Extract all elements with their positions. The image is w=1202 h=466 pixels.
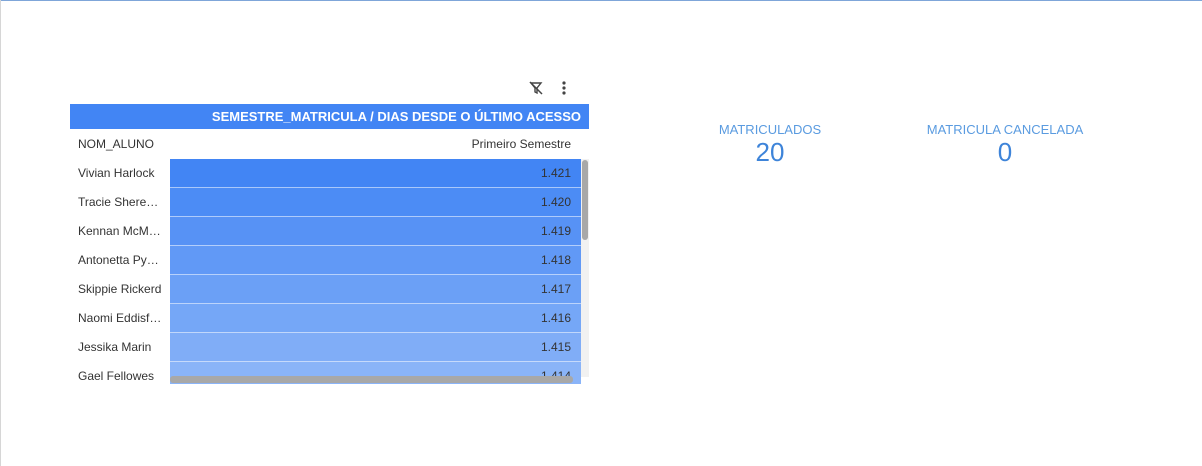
chart-toolbar	[526, 79, 574, 97]
heatmap-cell: 1.421	[170, 159, 581, 188]
heatmap-cell: 1.418	[170, 246, 581, 275]
vertical-scrollbar-thumb[interactable]	[582, 160, 588, 240]
pivot-table-header: SEMESTRE_MATRICULA / DIAS DESDE O ÚLTIMO…	[70, 104, 589, 129]
table-body: Vivian Harlock 1.421 Tracie Shere… 1.420 Ken…	[70, 159, 589, 384]
cell-value: 1.415	[540, 340, 571, 354]
scorecard-matriculados: MATRICULADOS 20	[710, 122, 830, 166]
student-name: Skippie Rickerd	[78, 282, 162, 296]
heatmap-cell: 1.420	[170, 188, 581, 217]
more-vert-icon[interactable]	[554, 79, 574, 97]
cell-value: 1.419	[540, 224, 571, 238]
cell-value: 1.416	[540, 311, 571, 325]
cell-value: 1.421	[540, 166, 571, 180]
heatmap-cell: 1.416	[170, 304, 581, 333]
table-row[interactable]: Antonetta Py… 1.418	[70, 246, 589, 275]
student-name: Naomi Eddisf…	[78, 311, 162, 325]
heatmap-cell: 1.417	[170, 275, 581, 304]
student-name: Jessika Marin	[78, 340, 152, 354]
heatmap-cell: 1.419	[170, 217, 581, 246]
page-top-border	[0, 0, 1202, 1]
cell-value: 1.420	[540, 195, 571, 209]
table-row[interactable]: Skippie Rickerd 1.417	[70, 275, 589, 304]
table-row[interactable]: Tracie Shere… 1.420	[70, 188, 589, 217]
heatmap-cell: 1.415	[170, 333, 581, 362]
table-row[interactable]: Vivian Harlock 1.421	[70, 159, 589, 188]
student-name: Tracie Shere…	[78, 195, 159, 209]
scorecard-value: 0	[997, 137, 1013, 167]
scorecard-label: MATRICULA CANCELADA	[926, 122, 1084, 137]
student-name: Kennan McM…	[78, 224, 161, 238]
filter-off-icon[interactable]	[526, 79, 546, 97]
cell-value: 1.418	[540, 253, 571, 267]
student-name: Vivian Harlock	[78, 166, 155, 180]
column-header-row: NOM_ALUNO Primeiro Semestre	[70, 129, 589, 159]
student-name: Gael Fellowes	[78, 369, 155, 383]
table-row[interactable]: Naomi Eddisf… 1.416	[70, 304, 589, 333]
dimension-header[interactable]: NOM_ALUNO	[78, 129, 154, 159]
cell-value: 1.417	[540, 282, 571, 296]
scorecard-value: 20	[755, 137, 785, 167]
scorecard-matricula-cancelada: MATRICULA CANCELADA 0	[920, 122, 1090, 166]
table-row[interactable]: Kennan McM… 1.419	[70, 217, 589, 246]
horizontal-scrollbar-thumb[interactable]	[170, 376, 573, 383]
table-row[interactable]: Jessika Marin 1.415	[70, 333, 589, 362]
pivot-table: SEMESTRE_MATRICULA / DIAS DESDE O ÚLTIMO…	[70, 104, 589, 384]
scorecard-label: MATRICULADOS	[718, 122, 822, 137]
page-left-border	[0, 0, 1, 466]
metric-column-header[interactable]: Primeiro Semestre	[472, 129, 571, 159]
student-name: Antonetta Py…	[78, 253, 159, 267]
